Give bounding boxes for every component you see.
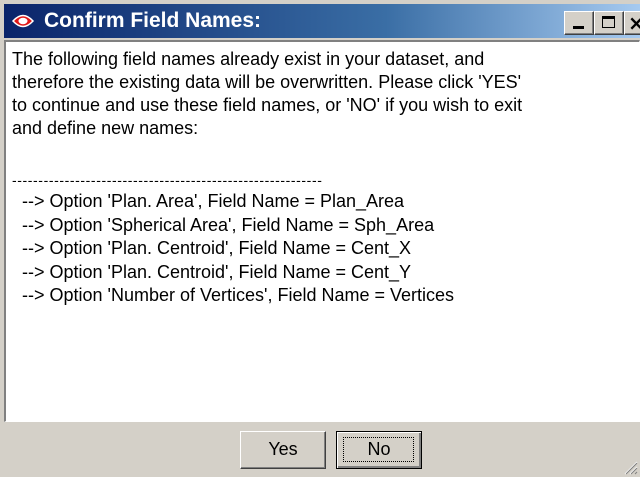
red-eye-icon <box>12 14 34 28</box>
message-line: therefore the existing data will be over… <box>12 72 522 92</box>
option-item: --> Option 'Plan. Centroid', Field Name … <box>22 238 412 258</box>
close-icon: × <box>628 11 640 35</box>
minimize-icon <box>573 26 584 29</box>
option-item: --> Option 'Spherical Area', Field Name … <box>22 214 435 235</box>
close-button[interactable]: × <box>624 11 640 35</box>
message-line: and define new names: <box>12 118 199 138</box>
separator-line: ----------------------------------------… <box>12 172 323 188</box>
message-text: The following field names already exist … <box>12 48 632 140</box>
no-button[interactable]: No <box>336 431 422 469</box>
message-line: The following field names already exist … <box>12 49 485 69</box>
option-item: --> Option 'Number of Vertices', Field N… <box>22 285 455 305</box>
yes-button[interactable]: Yes <box>240 431 326 469</box>
resize-grip-icon[interactable] <box>622 459 638 475</box>
message-line: to continue and use these field names, o… <box>12 95 523 115</box>
maximize-button[interactable] <box>594 11 624 35</box>
minimize-button[interactable] <box>564 11 594 35</box>
confirm-dialog: Confirm Field Names: × The following fie… <box>0 0 640 477</box>
maximize-icon <box>602 16 615 28</box>
window-title: Confirm Field Names: <box>44 9 262 32</box>
options-list: --> Option 'Plan. Area', Field Name = Pl… <box>22 190 454 308</box>
option-item: --> Option 'Plan. Centroid', Field Name … <box>22 261 412 282</box>
title-bar[interactable]: Confirm Field Names: × <box>4 4 640 38</box>
message-panel: The following field names already exist … <box>4 40 640 422</box>
no-button-label: No <box>367 439 391 459</box>
yes-button-label: Yes <box>268 439 298 459</box>
option-item: --> Option 'Plan. Area', Field Name = Pl… <box>22 191 405 211</box>
